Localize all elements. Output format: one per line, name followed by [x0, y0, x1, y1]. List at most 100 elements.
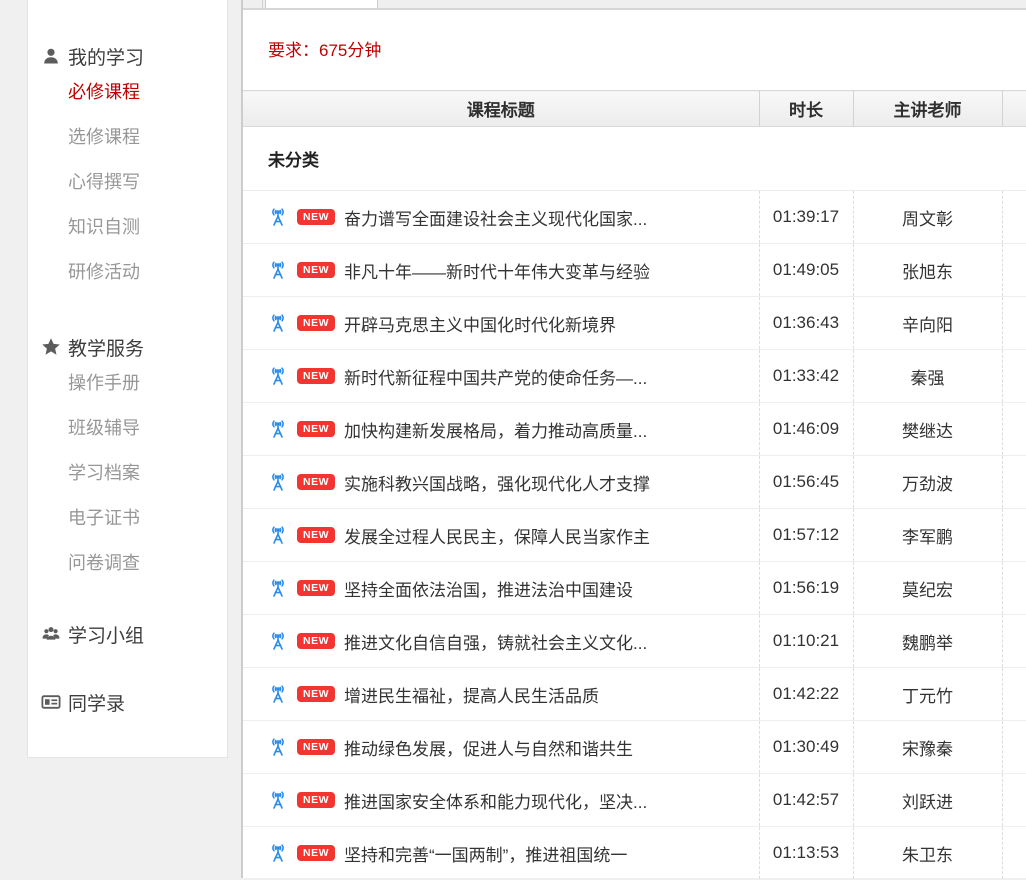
new-badge: NEW: [297, 262, 335, 278]
sidebar-item-default[interactable]: 操作手册: [28, 361, 227, 406]
course-row[interactable]: NEW 实施科教兴国战略，强化现代化人才支撑 01:56:45 万劲波: [243, 456, 1026, 509]
course-row[interactable]: NEW 坚持和完善“一国两制”，推进祖国统一 01:13:53 朱卫东: [243, 827, 1026, 880]
broadcast-antenna-icon: [268, 472, 288, 492]
course-title-link[interactable]: 加快构建新发展格局，着力推动高质量...: [344, 417, 647, 442]
sidebar-section[interactable]: 同学录: [28, 688, 227, 716]
course-extra-cell: [1002, 297, 1026, 350]
new-badge: NEW: [297, 368, 335, 384]
course-teacher: 万劲波: [853, 456, 1002, 509]
course-teacher: 周文彰: [853, 191, 1002, 244]
broadcast-antenna-icon: [268, 313, 288, 333]
course-title-link[interactable]: 推进文化自信自强，铸就社会主义文化...: [344, 629, 647, 654]
course-duration: 01:39:17: [759, 191, 853, 244]
course-title-link[interactable]: 推动绿色发展，促进人与自然和谐共生: [344, 735, 633, 760]
category-row: 未分类: [243, 127, 1026, 191]
group-icon: [41, 624, 61, 644]
user-icon: [41, 46, 61, 66]
course-row[interactable]: NEW 增进民生福祉，提高人民生活品质 01:42:22 丁元竹: [243, 668, 1026, 721]
star-icon: [41, 337, 61, 357]
course-teacher: 张旭东: [853, 244, 1002, 297]
broadcast-antenna-icon: [268, 631, 288, 651]
sidebar-item-default[interactable]: 知识自测: [28, 205, 227, 250]
course-teacher: 秦强: [853, 350, 1002, 403]
course-row[interactable]: NEW 加快构建新发展格局，着力推动高质量... 01:46:09 樊继达: [243, 403, 1026, 456]
course-row[interactable]: NEW 发展全过程人民民主，保障人民当家作主 01:57:12 李军鹏: [243, 509, 1026, 562]
course-duration: 01:42:57: [759, 774, 853, 827]
sidebar-nav: 我的学习 必修课程 选修课程 心得撰写 知识自测 研修活动 教学服务 操作手册 …: [27, 0, 228, 758]
course-teacher: 朱卫东: [853, 827, 1002, 880]
course-title-link[interactable]: 奋力谱写全面建设社会主义现代化国家...: [344, 205, 647, 230]
active-tab[interactable]: [265, 0, 378, 8]
new-badge: NEW: [297, 845, 335, 861]
new-badge: NEW: [297, 474, 335, 490]
course-row[interactable]: NEW 新时代新征程中国共产党的使命任务—... 01:33:42 秦强: [243, 350, 1026, 403]
new-badge: NEW: [297, 633, 335, 649]
course-title-link[interactable]: 新时代新征程中国共产党的使命任务—...: [344, 364, 647, 389]
course-row[interactable]: NEW 推进国家安全体系和能力现代化，坚决... 01:42:57 刘跃进: [243, 774, 1026, 827]
sidebar-item-default[interactable]: 班级辅导: [28, 406, 227, 451]
course-extra-cell: [1002, 721, 1026, 774]
new-badge: NEW: [297, 686, 335, 702]
sidebar-section[interactable]: 教学服务: [28, 333, 227, 361]
sidebar-item-default[interactable]: 问卷调查: [28, 541, 227, 586]
course-row[interactable]: NEW 坚持全面依法治国，推进法治中国建设 01:56:19 莫纪宏: [243, 562, 1026, 615]
table-header-row: 课程标题 时长 主讲老师: [243, 91, 1026, 127]
course-title-link[interactable]: 非凡十年——新时代十年伟大变革与经验: [344, 258, 650, 283]
course-row[interactable]: NEW 推动绿色发展，促进人与自然和谐共生 01:30:49 宋豫秦: [243, 721, 1026, 774]
sidebar-section-label: 教学服务: [68, 334, 144, 361]
course-title-link[interactable]: 推进国家安全体系和能力现代化，坚决...: [344, 788, 647, 813]
course-teacher: 宋豫秦: [853, 721, 1002, 774]
course-duration: 01:42:22: [759, 668, 853, 721]
sidebar-section[interactable]: 我的学习: [28, 42, 227, 70]
course-duration: 01:46:09: [759, 403, 853, 456]
course-title-link[interactable]: 增进民生福祉，提高人民生活品质: [344, 682, 599, 707]
course-extra-cell: [1002, 668, 1026, 721]
sidebar-section[interactable]: 学习小组: [28, 620, 227, 648]
course-title-link[interactable]: 发展全过程人民民主，保障人民当家作主: [344, 523, 650, 548]
broadcast-antenna-icon: [268, 737, 288, 757]
sidebar-item-default[interactable]: 研修活动: [28, 250, 227, 295]
sidebar-item-default[interactable]: 电子证书: [28, 496, 227, 541]
column-header-extra: [1002, 91, 1026, 127]
category-label: 未分类: [243, 127, 1026, 191]
requirement-text: 要求：675分钟: [268, 41, 381, 60]
course-duration: 01:36:43: [759, 297, 853, 350]
course-row[interactable]: NEW 非凡十年——新时代十年伟大变革与经验 01:49:05 张旭东: [243, 244, 1026, 297]
broadcast-antenna-icon: [268, 790, 288, 810]
course-duration: 01:56:19: [759, 562, 853, 615]
sidebar-item-default[interactable]: 选修课程: [28, 115, 227, 160]
broadcast-antenna-icon: [268, 843, 288, 863]
sidebar-section-label: 学习小组: [68, 621, 144, 648]
course-extra-cell: [1002, 456, 1026, 509]
card-icon: [41, 692, 61, 712]
new-badge: NEW: [297, 792, 335, 808]
course-table: 课程标题 时长 主讲老师 未分类 NEW 奋力谱写全面建设社会主义现代化国家..…: [243, 90, 1026, 880]
column-header-title: 课程标题: [243, 91, 759, 127]
broadcast-antenna-icon: [268, 419, 288, 439]
new-badge: NEW: [297, 421, 335, 437]
course-row[interactable]: NEW 开辟马克思主义中国化时代化新境界 01:36:43 辛向阳: [243, 297, 1026, 350]
sidebar-item-default[interactable]: 心得撰写: [28, 160, 227, 205]
course-row[interactable]: NEW 推进文化自信自强，铸就社会主义文化... 01:10:21 魏鹏举: [243, 615, 1026, 668]
course-row[interactable]: NEW 奋力谱写全面建设社会主义现代化国家... 01:39:17 周文彰: [243, 191, 1026, 244]
course-title-link[interactable]: 坚持和完善“一国两制”，推进祖国统一: [344, 841, 627, 866]
new-badge: NEW: [297, 209, 335, 225]
course-duration: 01:49:05: [759, 244, 853, 297]
course-teacher: 魏鹏举: [853, 615, 1002, 668]
course-extra-cell: [1002, 244, 1026, 297]
course-extra-cell: [1002, 403, 1026, 456]
course-title-link[interactable]: 实施科教兴国战略，强化现代化人才支撑: [344, 470, 650, 495]
broadcast-antenna-icon: [268, 366, 288, 386]
tab-bar: [243, 0, 1026, 8]
new-badge: NEW: [297, 739, 335, 755]
course-title-link[interactable]: 坚持全面依法治国，推进法治中国建设: [344, 576, 633, 601]
tab-stub: [243, 0, 263, 8]
sidebar-item-active[interactable]: 必修课程: [28, 70, 227, 115]
course-extra-cell: [1002, 509, 1026, 562]
course-extra-cell: [1002, 827, 1026, 880]
course-title-link[interactable]: 开辟马克思主义中国化时代化新境界: [344, 311, 616, 336]
course-extra-cell: [1002, 350, 1026, 403]
course-teacher: 李军鹏: [853, 509, 1002, 562]
course-duration: 01:10:21: [759, 615, 853, 668]
sidebar-item-default[interactable]: 学习档案: [28, 451, 227, 496]
